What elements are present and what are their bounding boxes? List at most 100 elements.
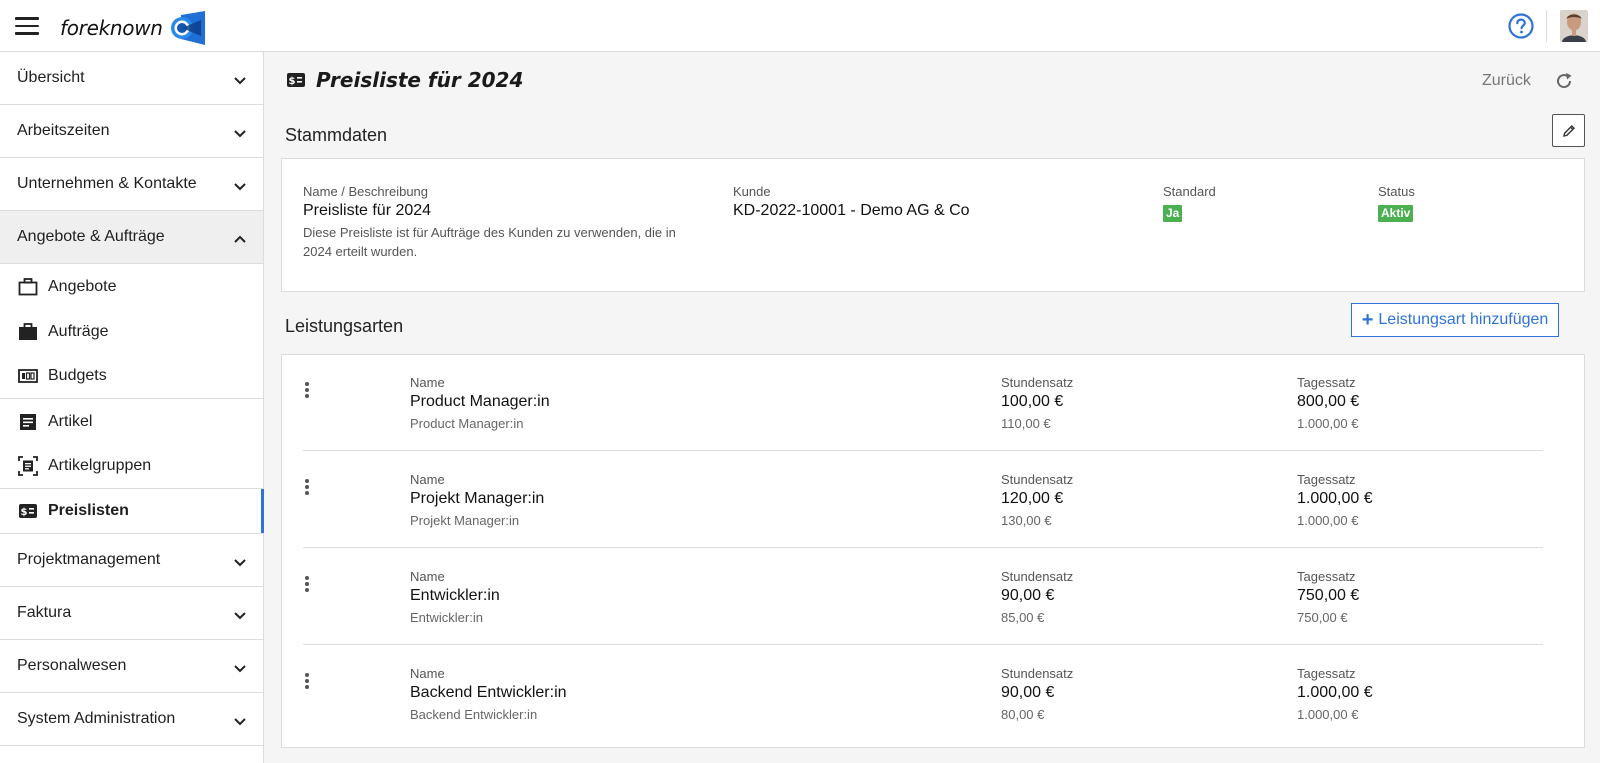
briefcase-outline-icon: [18, 277, 38, 295]
sidebar-group-faktura[interactable]: Faktura: [0, 587, 263, 640]
stundensatz-label: Stundensatz: [1001, 666, 1074, 681]
price-list-icon: $: [19, 504, 37, 518]
leistungsart-name-sub: Backend Entwickler:in: [410, 707, 538, 722]
chevron-down-icon: [234, 183, 246, 191]
tagessatz-sub: 1.000,00 €: [1297, 513, 1359, 528]
sidebar-item-artikel[interactable]: Artikel: [0, 399, 263, 444]
logo-text: foreknown: [60, 16, 163, 40]
svg-text:$: $: [21, 507, 28, 518]
tagessatz-value: 800,00 €: [1297, 393, 1360, 410]
sidebar-item-preislisten[interactable]: $ Preislisten: [0, 489, 264, 534]
sidebar-group-label: Unternehmen & Kontakte: [17, 175, 197, 192]
sidebar-group-system-administration[interactable]: System Administration: [0, 693, 263, 746]
sidebar-group-label: Arbeitszeiten: [17, 122, 110, 139]
sidebar-item-label: Aufträge: [48, 322, 109, 340]
stundensatz-label: Stundensatz: [1001, 375, 1074, 390]
stundensatz-value: 120,00 €: [1001, 490, 1064, 507]
sidebar-item-artikelgruppen[interactable]: Artikelgruppen: [0, 444, 263, 489]
back-button[interactable]: Zurück: [1482, 72, 1531, 90]
stundensatz-label: Stundensatz: [1001, 569, 1074, 584]
sidebar-group-projektmanagement[interactable]: Projektmanagement: [0, 534, 263, 587]
sidebar-group-label: Übersicht: [17, 69, 85, 86]
leistungsart-name-sub: Product Manager:in: [410, 416, 524, 431]
briefcase-icon: [19, 322, 37, 340]
price-list-icon: $: [287, 73, 305, 87]
sidebar-item-label: Preislisten: [48, 502, 129, 519]
sidebar-group-label: System Administration: [17, 710, 176, 727]
sidebar-item-angebote[interactable]: Angebote: [0, 264, 263, 309]
kunde-label: Kunde: [733, 184, 771, 199]
tagessatz-sub: 750,00 €: [1297, 610, 1348, 625]
chevron-up-icon: [234, 235, 246, 243]
standard-label: Standard: [1163, 184, 1216, 199]
name-label: Name: [410, 569, 445, 584]
more-vert-icon[interactable]: [303, 479, 311, 499]
stundensatz-label: Stundensatz: [1001, 472, 1074, 487]
leistungsart-name: Product Manager:in: [410, 393, 550, 410]
top-bar: foreknown: [0, 0, 1600, 52]
sidebar-group-personalwesen[interactable]: Personalwesen: [0, 640, 263, 693]
main-content: $ Preisliste für 2024 Zurück Stammdaten …: [264, 52, 1600, 763]
tagessatz-label: Tagessatz: [1297, 375, 1356, 390]
leistungsart-name: Backend Entwickler:in: [410, 684, 567, 701]
name-label: Name: [410, 375, 445, 390]
sidebar-item-auftraege[interactable]: Aufträge: [0, 309, 263, 354]
add-leistungsart-button[interactable]: + Leistungsart hinzufügen: [1351, 303, 1559, 337]
more-vert-icon[interactable]: [303, 673, 311, 693]
leistungsarten-title: Leistungsarten: [285, 316, 404, 336]
sidebar-group-label: Angebote & Aufträge: [17, 228, 165, 245]
plus-icon: +: [1361, 309, 1374, 331]
more-vert-icon[interactable]: [303, 382, 311, 402]
chevron-down-icon: [234, 130, 246, 138]
sidebar-group-label: Projektmanagement: [17, 551, 161, 568]
leistungsart-name-sub: Entwickler:in: [410, 610, 483, 625]
chevron-down-icon: [234, 665, 246, 673]
sidebar-group-unternehmen-kontakte[interactable]: Unternehmen & Kontakte: [0, 158, 263, 211]
edit-button[interactable]: [1552, 114, 1585, 147]
tagessatz-sub: 1.000,00 €: [1297, 707, 1359, 722]
sidebar-item-budgets[interactable]: Budgets: [0, 354, 263, 399]
add-leistungsart-label: Leistungsart hinzufügen: [1378, 311, 1549, 328]
document-list-icon: [20, 413, 36, 430]
page-title: Preisliste für 2024: [316, 68, 524, 92]
help-icon[interactable]: [1508, 13, 1534, 39]
pencil-icon: [1562, 124, 1575, 137]
leistungsart-name: Projekt Manager:in: [410, 490, 545, 507]
stundensatz-value: 90,00 €: [1001, 587, 1055, 604]
refresh-icon[interactable]: [1554, 71, 1574, 91]
more-vert-icon[interactable]: [303, 576, 311, 596]
name-label: Name / Beschreibung: [303, 184, 429, 199]
tagessatz-value: 1.000,00 €: [1297, 490, 1373, 507]
leistungsart-name: Entwickler:in: [410, 587, 500, 604]
chevron-down-icon: [234, 77, 246, 85]
tagessatz-value: 750,00 €: [1297, 587, 1360, 604]
logo-mark-icon: [170, 11, 205, 45]
sidebar: Übersicht Arbeitszeiten Unternehmen & Ko…: [0, 52, 264, 763]
table-row: Name Backend Entwickler:in Backend Entwi…: [303, 646, 1543, 742]
tagessatz-sub: 1.000,00 €: [1297, 416, 1359, 431]
sidebar-group-label: Personalwesen: [17, 657, 127, 674]
sidebar-group-angebote-auftraege[interactable]: Angebote & Aufträge: [0, 211, 263, 264]
sidebar-item-label: Artikelgruppen: [48, 457, 152, 474]
sidebar-group-uebersicht[interactable]: Übersicht: [0, 52, 263, 105]
sidebar-item-label: Budgets: [48, 367, 107, 384]
sidebar-group-label: Faktura: [17, 604, 72, 621]
menu-icon[interactable]: [15, 17, 39, 35]
table-row: Name Projekt Manager:in Projekt Manager:…: [303, 452, 1543, 548]
tagessatz-value: 1.000,00 €: [1297, 684, 1373, 701]
budget-counter-icon: [18, 369, 38, 383]
status-badge: Aktiv: [1378, 205, 1414, 222]
avatar[interactable]: [1560, 10, 1588, 42]
chevron-down-icon: [234, 718, 246, 726]
logo[interactable]: foreknown: [60, 11, 207, 45]
article-group-icon: [18, 456, 38, 476]
topbar-divider: [1546, 10, 1547, 42]
stammdaten-card: Name / Beschreibung Preisliste für 2024 …: [281, 158, 1585, 292]
tagessatz-label: Tagessatz: [1297, 472, 1356, 487]
table-row: Name Product Manager:in Product Manager:…: [303, 355, 1543, 451]
chevron-down-icon: [234, 612, 246, 620]
standard-badge: Ja: [1163, 205, 1183, 222]
sidebar-group-arbeitszeiten[interactable]: Arbeitszeiten: [0, 105, 263, 158]
name-label: Name: [410, 666, 445, 681]
stundensatz-value: 90,00 €: [1001, 684, 1055, 701]
